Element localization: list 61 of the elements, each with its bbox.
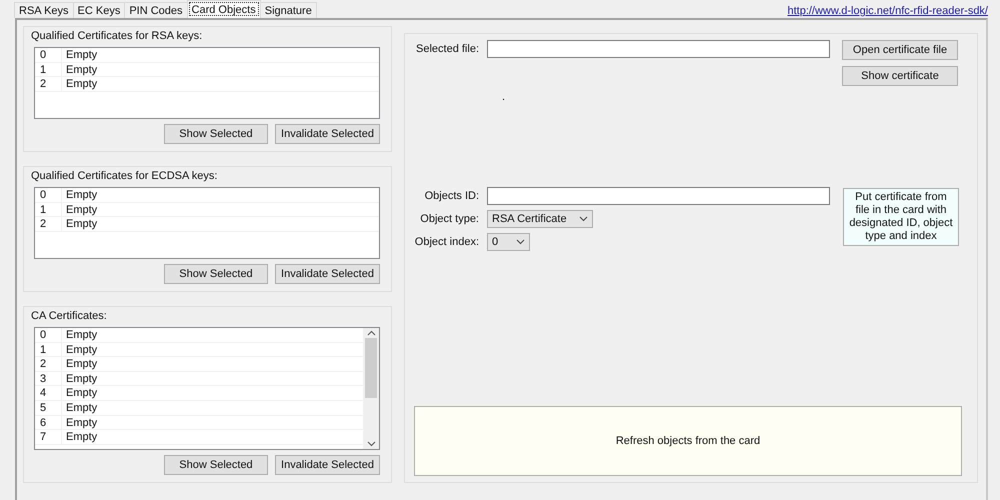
index-cell: 4 <box>35 386 62 400</box>
tab[interactable]: RSA Keys <box>14 2 74 18</box>
invalidate-selected-button[interactable]: Invalidate Selected <box>275 264 380 284</box>
status-cell-text: Empty <box>65 342 98 356</box>
status-cell-text: Empty <box>65 372 98 386</box>
status-cell-text: Empty <box>65 48 98 62</box>
status-text: . <box>502 92 506 102</box>
status-cell-text: Empty <box>65 202 98 216</box>
invalidate-selected-button[interactable]: Invalidate Selected <box>275 455 380 475</box>
index-cell: 2 <box>35 77 62 91</box>
refresh-objects-button[interactable]: Refresh objects from the card <box>414 406 962 476</box>
index-cell: 6 <box>35 416 62 430</box>
status-cell-text: Empty <box>65 357 98 371</box>
status-cell-text: Empty <box>65 217 98 231</box>
open-certificate-button[interactable]: Open certificate file <box>842 40 958 60</box>
tab[interactable]: Signature <box>260 2 317 18</box>
tab[interactable]: Card Objects <box>186 0 261 18</box>
status-cell-text: Empty <box>65 400 98 415</box>
scroll-up-icon[interactable] <box>366 330 376 336</box>
index-cell: 1 <box>35 202 62 216</box>
group-title: Qualified Certificates for ECDSA keys: <box>31 170 218 182</box>
index-cell: 5 <box>35 400 62 415</box>
status-cell-text: Empty <box>65 430 98 444</box>
chevron-down-icon <box>516 239 525 245</box>
object-index-dropdown[interactable]: 0 <box>487 233 530 251</box>
chevron-down-icon <box>579 216 588 222</box>
scroll-down-icon[interactable] <box>366 441 376 447</box>
scrollbar[interactable] <box>363 328 379 449</box>
status-cell-text: Empty <box>65 62 98 76</box>
status-cell-text: Empty <box>65 77 98 91</box>
show-selected-button[interactable]: Show Selected <box>164 124 268 144</box>
show-selected-button[interactable]: Show Selected <box>164 264 268 284</box>
index-cell: 2 <box>35 357 62 371</box>
group-title: CA Certificates: <box>31 310 107 322</box>
website-link[interactable]: http://www.d-logic.net/nfc-rfid-reader-sdk/ <box>787 5 988 17</box>
status-cell-text: Empty <box>65 416 98 430</box>
index-cell: 1 <box>35 342 62 356</box>
objects-id-field[interactable] <box>487 187 830 205</box>
show-certificate-button[interactable]: Show certificate <box>842 66 958 86</box>
status-cell-text: Empty <box>65 386 98 400</box>
status-cell-text: Empty <box>65 188 98 202</box>
show-selected-button[interactable]: Show Selected <box>164 455 268 475</box>
scrollbar-thumb[interactable] <box>365 338 377 398</box>
field-label: Object index: <box>414 235 480 250</box>
index-cell: 7 <box>35 430 62 444</box>
put-certificate-button[interactable]: Put certificate from file in the card with designated ID, object type and index <box>843 188 959 246</box>
index-cell: 0 <box>35 48 62 62</box>
object-type-dropdown[interactable]: RSA Certificate <box>487 210 593 228</box>
tab[interactable]: EC Keys <box>72 2 126 18</box>
status-cell-text: Empty <box>65 328 98 342</box>
field-label: Selected file: <box>415 42 480 57</box>
index-cell: 0 <box>35 188 62 202</box>
index-cell: 2 <box>35 217 62 231</box>
group-title: Qualified Certificates for RSA keys: <box>31 30 202 42</box>
field-label: Objects ID: <box>424 189 480 204</box>
field-label: Object type: <box>419 212 480 227</box>
selected-file-field[interactable] <box>487 40 830 58</box>
index-cell: 3 <box>35 372 62 386</box>
index-cell: 0 <box>35 328 62 342</box>
index-cell: 1 <box>35 62 62 76</box>
invalidate-selected-button[interactable]: Invalidate Selected <box>275 124 380 144</box>
